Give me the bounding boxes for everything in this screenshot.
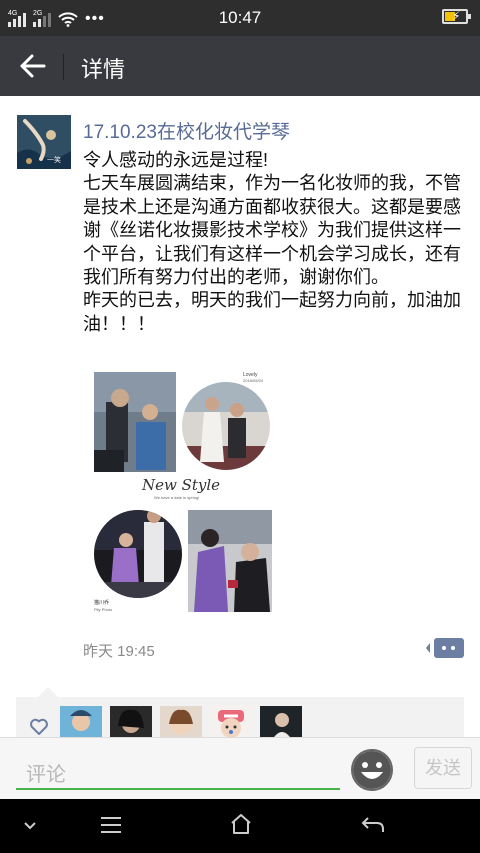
back-arrow-icon[interactable]: [18, 52, 48, 80]
comment-bar: 评论 发送: [0, 737, 480, 799]
photo-caption-en: Pity Photo: [94, 607, 113, 612]
hide-keyboard-chevron-icon[interactable]: [22, 819, 38, 831]
status-bar: 4G 2G ••• 10:47 ⚡: [0, 0, 480, 36]
liker-avatar[interactable]: [60, 706, 102, 740]
comment-menu-button[interactable]: [426, 638, 464, 658]
comment-input[interactable]: 评论: [16, 750, 340, 790]
author-avatar[interactable]: 一笑: [17, 115, 71, 169]
liker-avatar[interactable]: [160, 706, 202, 740]
title-divider: [63, 54, 64, 80]
post-author[interactable]: 17.10.23在校化妆代学琴: [83, 117, 290, 144]
photo-subtitle: We have a date in spring!: [154, 495, 199, 500]
title-bar: 详情: [0, 36, 480, 96]
battery-charging-icon: ⚡: [442, 9, 471, 24]
post-timestamp: 昨天 19:45: [83, 643, 155, 660]
clock: 10:47: [218, 8, 262, 27]
liker-avatar[interactable]: [210, 706, 252, 740]
liker-avatar[interactable]: [110, 706, 152, 740]
system-back-icon[interactable]: [360, 814, 386, 836]
system-navigation-bar: [0, 799, 480, 853]
page-title: 详情: [81, 57, 126, 82]
liker-avatar[interactable]: [260, 706, 302, 740]
photo-title: New Style: [141, 476, 220, 494]
photo-label-date: 2018/05/04: [243, 378, 264, 383]
photo-caption-cn: 猫川乔: [94, 599, 109, 606]
home-icon[interactable]: [229, 812, 253, 836]
comment-placeholder: 评论: [26, 764, 66, 786]
emoji-icon[interactable]: [350, 748, 394, 792]
avatar-caption: 一笑: [47, 157, 61, 164]
menu-icon[interactable]: [99, 814, 123, 836]
heart-icon: [30, 718, 48, 735]
post-photo[interactable]: Lovely 2018/05/04 New Style We have a da…: [86, 362, 276, 618]
send-button[interactable]: 发送: [414, 747, 472, 789]
likes-panel: [16, 687, 464, 742]
post-body: 令人感动的永远是过程! 七天车展圆满结束，作为一名化妆师的我，不管是技术上还是沟…: [83, 150, 461, 334]
